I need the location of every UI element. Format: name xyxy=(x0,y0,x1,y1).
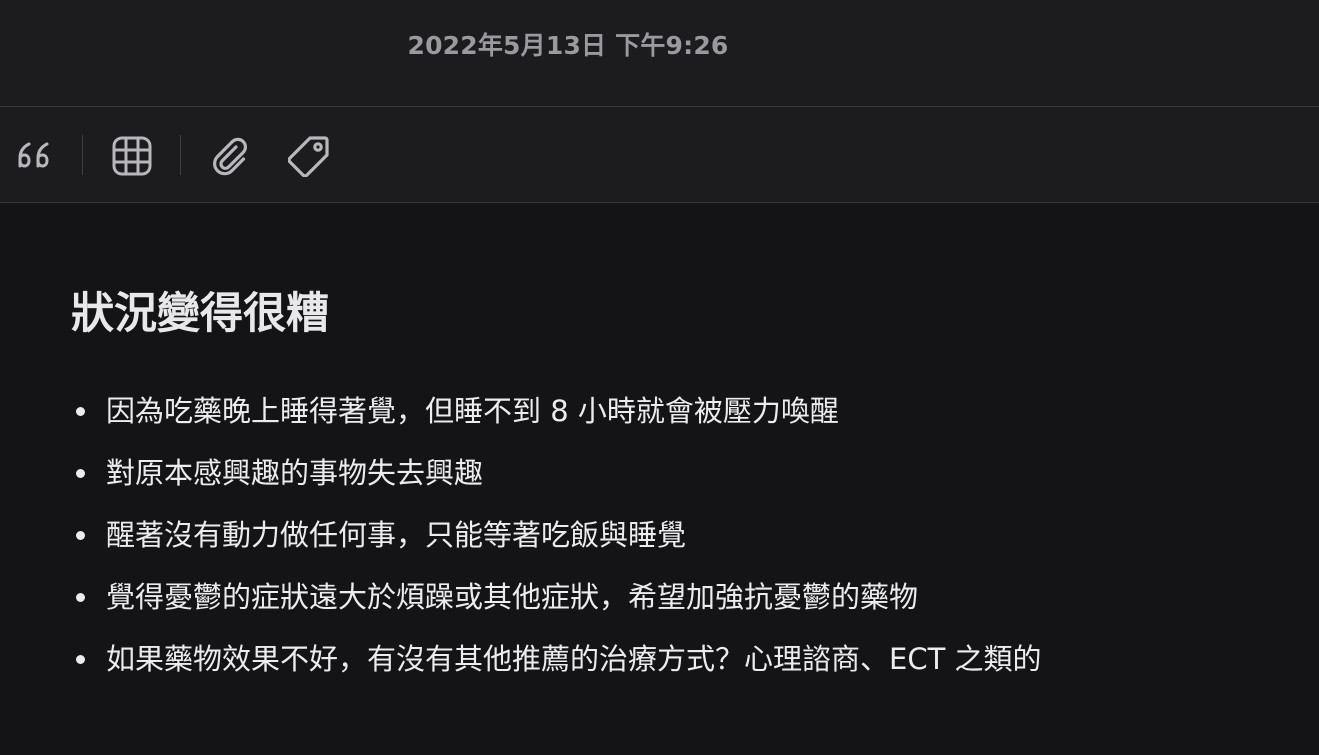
toolbar-separator xyxy=(82,135,83,175)
bullet-dot-icon xyxy=(76,655,85,664)
toolbar-separator xyxy=(180,135,181,175)
table-button[interactable] xyxy=(110,134,154,178)
table-grid-icon xyxy=(111,135,153,177)
tag-icon xyxy=(288,135,330,177)
list-item-text: 因為吃藥晚上睡得著覺，但睡不到 8 小時就會被壓力喚醒 xyxy=(106,394,839,428)
list-item[interactable]: 醒著沒有動力做任何事，只能等著吃飯與睡覺 xyxy=(0,504,1042,566)
note-timestamp: 2022年5月13日 下午9:26 xyxy=(407,31,729,60)
note-title[interactable]: 狀況變得很糟 xyxy=(71,287,329,341)
list-item[interactable]: 因為吃藥晚上睡得著覺，但睡不到 8 小時就會被壓力喚醒 xyxy=(0,380,1042,442)
bullet-dot-icon xyxy=(76,531,85,540)
list-item-text: 覺得憂鬱的症狀遠大於煩躁或其他症狀，希望加強抗憂鬱的藥物 xyxy=(106,580,919,614)
quote-button[interactable] xyxy=(12,134,56,178)
attachment-button[interactable] xyxy=(208,134,252,178)
list-item[interactable]: 如果藥物效果不好，有沒有其他推薦的治療方式？心理諮商、ECT 之類的 xyxy=(0,628,1042,690)
paperclip-icon xyxy=(209,135,251,177)
bullet-dot-icon xyxy=(76,593,85,602)
bullet-list: 因為吃藥晚上睡得著覺，但睡不到 8 小時就會被壓力喚醒 對原本感興趣的事物失去興… xyxy=(0,380,1042,690)
quote-icon xyxy=(14,136,54,176)
bullet-dot-icon xyxy=(76,407,85,416)
tag-button[interactable] xyxy=(287,134,331,178)
list-item-text: 對原本感興趣的事物失去興趣 xyxy=(106,456,484,490)
formatting-toolbar xyxy=(0,107,1319,203)
list-item[interactable]: 覺得憂鬱的症狀遠大於煩躁或其他症狀，希望加強抗憂鬱的藥物 xyxy=(0,566,1042,628)
list-item-text: 醒著沒有動力做任何事，只能等著吃飯與睡覺 xyxy=(106,518,687,552)
list-item-text: 如果藥物效果不好，有沒有其他推薦的治療方式？心理諮商、ECT 之類的 xyxy=(106,642,1042,676)
note-body[interactable]: 狀況變得很糟 因為吃藥晚上睡得著覺，但睡不到 8 小時就會被壓力喚醒 對原本感興… xyxy=(0,203,1319,755)
bullet-dot-icon xyxy=(76,469,85,478)
note-header: 2022年5月13日 下午9:26 xyxy=(0,0,1319,107)
list-item[interactable]: 對原本感興趣的事物失去興趣 xyxy=(0,442,1042,504)
